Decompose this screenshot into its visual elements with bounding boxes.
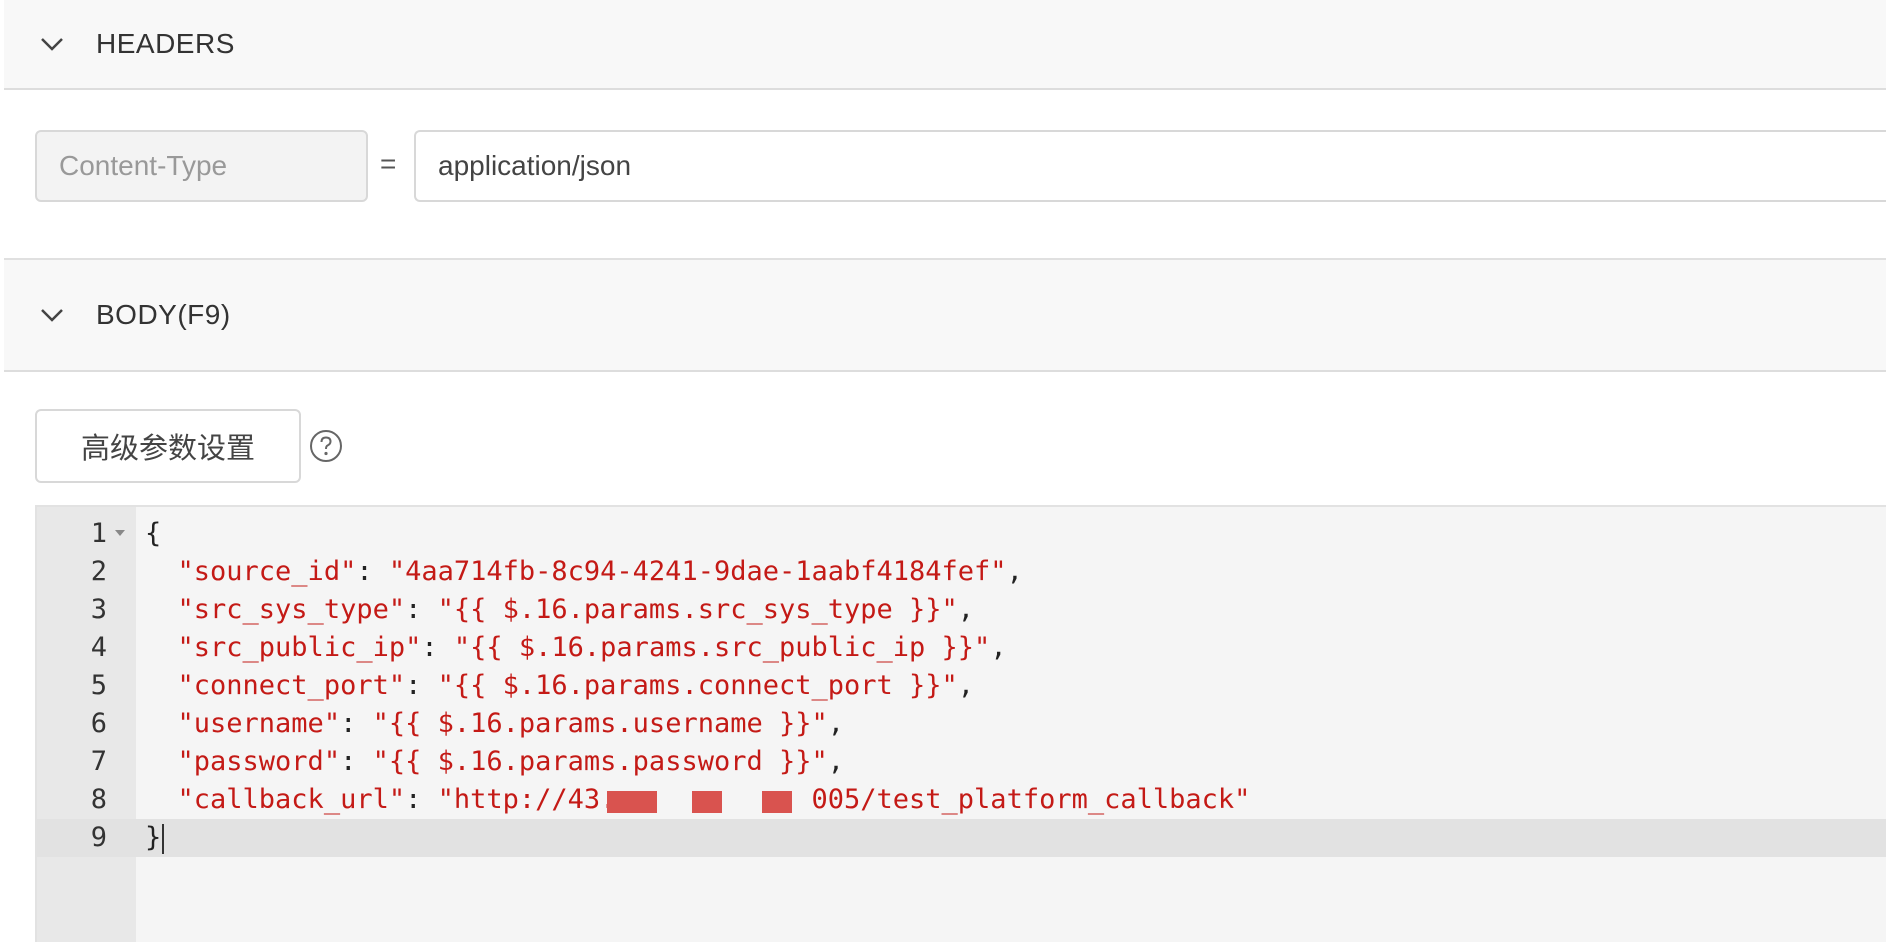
json-punctuation-token [145, 556, 178, 587]
json-string-token: "src_sys_type" [177, 594, 406, 625]
fold-toggle-icon[interactable] [115, 530, 125, 536]
json-punctuation-token: { [145, 518, 162, 549]
json-punctuation-token: , [827, 708, 845, 739]
code-line[interactable]: 9} [37, 819, 1886, 857]
text-cursor [162, 823, 165, 854]
json-punctuation-token [145, 594, 178, 625]
json-punctuation-token [145, 708, 178, 739]
header-key-input[interactable]: Content-Type [35, 130, 368, 202]
json-string-token: "{{ $.16.params.connect_port }}" [437, 670, 958, 701]
code-text: "source_id": "4aa714fb-8c94-4241-9dae-1a… [145, 553, 1023, 591]
json-string-token: "{{ $.16.params.src_public_ip }}" [453, 632, 991, 663]
json-string-token: "callback_url" [177, 784, 406, 815]
json-punctuation-token: , [957, 670, 975, 701]
code-text: } [145, 819, 165, 857]
json-punctuation-token: : [405, 670, 438, 701]
line-number: 7 [90, 746, 107, 777]
code-line[interactable]: 6 "username": "{{ $.16.params.username }… [37, 705, 1886, 743]
code-line[interactable]: 1{ [37, 515, 1886, 553]
code-line[interactable]: 5 "connect_port": "{{ $.16.params.connec… [37, 667, 1886, 705]
code-line[interactable]: 8 "callback_url": "http://43. 005/test_p… [37, 781, 1886, 819]
chevron-down-icon[interactable] [38, 305, 66, 325]
json-string-token: "4aa714fb-8c94-4241-9dae-1aabf4184fef" [388, 556, 1007, 587]
line-number: 4 [90, 632, 107, 663]
json-punctuation-token: : [405, 784, 438, 815]
json-string-token: "username" [177, 708, 341, 739]
json-string-token: "{{ $.16.params.password }}" [372, 746, 828, 777]
help-icon[interactable] [308, 428, 344, 464]
json-punctuation-token: } [145, 822, 162, 853]
json-code-editor[interactable]: 1{2 "source_id": "4aa714fb-8c94-4241-9da… [35, 505, 1886, 942]
line-number: 6 [90, 708, 107, 739]
code-line[interactable]: 2 "source_id": "4aa714fb-8c94-4241-9dae-… [37, 553, 1886, 591]
code-text: "username": "{{ $.16.params.username }}"… [145, 705, 845, 743]
json-punctuation-token [145, 632, 178, 663]
chevron-down-icon[interactable] [38, 34, 66, 54]
json-string-token: "password" [177, 746, 341, 777]
equals-separator: = [380, 148, 397, 179]
json-punctuation-token: , [827, 746, 845, 777]
advanced-settings-button[interactable]: 高级参数设置 [35, 409, 301, 483]
header-value-input[interactable]: application/json [414, 130, 1886, 202]
headers-title: HEADERS [96, 28, 235, 59]
code-text: "connect_port": "{{ $.16.params.connect_… [145, 667, 975, 705]
code-line[interactable]: 4 "src_public_ip": "{{ $.16.params.src_p… [37, 629, 1886, 667]
json-punctuation-token: , [1006, 556, 1023, 587]
json-punctuation-token: : [421, 632, 454, 663]
json-string-token: "{{ $.16.params.username }}" [372, 708, 828, 739]
code-text: "password": "{{ $.16.params.password }}"… [145, 743, 845, 781]
body-title: BODY(F9) [96, 299, 231, 330]
json-string-token: "src_public_ip" [177, 632, 422, 663]
json-punctuation-token [145, 670, 178, 701]
body-section-header[interactable]: BODY(F9) [4, 258, 1886, 372]
line-number: 8 [90, 784, 107, 815]
code-text: "src_sys_type": "{{ $.16.params.src_sys_… [145, 591, 975, 629]
code-text: { [145, 515, 161, 553]
line-number: 2 [90, 556, 107, 587]
json-punctuation-token: , [990, 632, 1007, 663]
json-punctuation-token: , [957, 594, 975, 625]
line-number: 5 [90, 670, 107, 701]
json-punctuation-token [145, 784, 178, 815]
line-number: 9 [90, 822, 107, 853]
json-punctuation-token [145, 746, 178, 777]
json-string-token: "connect_port" [177, 670, 406, 701]
headers-section-header[interactable]: HEADERS [4, 0, 1886, 90]
json-string-token: "source_id" [177, 556, 357, 587]
line-number: 1 [90, 518, 107, 549]
line-number: 3 [90, 594, 107, 625]
code-line[interactable]: 3 "src_sys_type": "{{ $.16.params.src_sy… [37, 591, 1886, 629]
json-string-token: "http://43. [437, 784, 617, 815]
json-punctuation-token: : [356, 556, 389, 587]
json-string-token: 005/test_platform_callback" [811, 784, 1251, 815]
redaction-mark [607, 791, 657, 813]
code-line[interactable]: 7 "password": "{{ $.16.params.password }… [37, 743, 1886, 781]
json-punctuation-token: : [340, 746, 373, 777]
json-string-token: "{{ $.16.params.src_sys_type }}" [437, 594, 958, 625]
json-punctuation-token: : [405, 594, 438, 625]
code-text: "src_public_ip": "{{ $.16.params.src_pub… [145, 629, 1007, 667]
json-punctuation-token: : [340, 708, 373, 739]
redaction-mark [692, 791, 722, 813]
redaction-mark [762, 791, 792, 813]
header-row: Content-Type = application/json [35, 130, 1886, 206]
